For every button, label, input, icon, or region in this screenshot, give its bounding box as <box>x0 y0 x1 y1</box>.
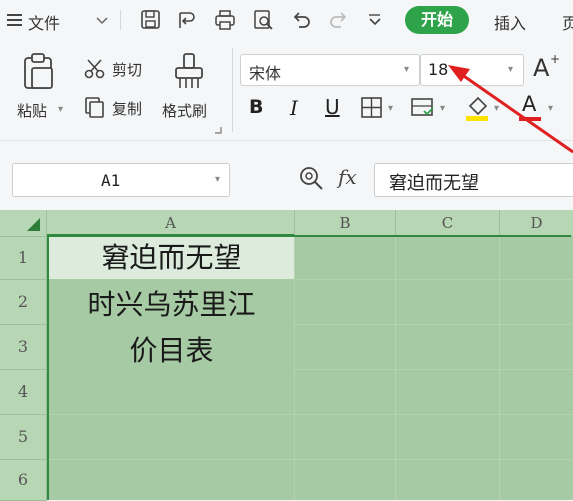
row-header-3[interactable]: 3 <box>0 325 47 370</box>
chevron-down-icon[interactable] <box>95 13 109 27</box>
dialog-launcher-icon[interactable] <box>214 126 222 134</box>
cell-a3-text: 价目表 <box>129 334 214 367</box>
name-box[interactable]: A1 ▾ <box>12 163 230 197</box>
export-icon[interactable] <box>176 9 198 31</box>
active-cell-a1[interactable]: 窘迫而无望 <box>49 237 294 279</box>
paste-icon[interactable] <box>20 52 56 90</box>
save-icon[interactable] <box>140 9 162 31</box>
paste-button-label[interactable]: 粘贴 <box>17 100 47 121</box>
formula-input-value: 窘迫而无望 <box>389 173 479 194</box>
file-menu[interactable]: 文件 <box>28 10 60 34</box>
column-header-c[interactable]: C <box>396 210 500 237</box>
row-header-4[interactable]: 4 <box>0 370 47 415</box>
customize-toolbar-icon[interactable] <box>366 12 384 28</box>
copy-icon[interactable] <box>84 96 106 118</box>
scissors-icon[interactable] <box>84 58 106 80</box>
cell-style-icon[interactable] <box>410 96 436 120</box>
column-header-d[interactable]: D <box>500 210 573 237</box>
divider <box>120 10 121 30</box>
font-name-value: 宋体 <box>249 64 282 83</box>
underline-button[interactable]: U <box>325 95 340 119</box>
redo-icon[interactable] <box>328 9 350 31</box>
cell-a2-text: 时兴乌苏里江 <box>87 288 256 321</box>
tab-insert[interactable]: 插入 <box>494 10 526 34</box>
name-box-value: A1 <box>101 171 121 190</box>
column-header-a[interactable]: A <box>47 210 295 237</box>
borders-icon[interactable] <box>360 96 384 120</box>
column-header-b[interactable]: B <box>295 210 396 237</box>
annotation-arrow <box>448 65 573 154</box>
chevron-down-icon[interactable]: ▾ <box>404 64 409 75</box>
borders-dropdown-icon[interactable]: ▾ <box>388 103 393 114</box>
row-header-5[interactable]: 5 <box>0 415 47 460</box>
format-painter-button[interactable]: 格式刷 <box>162 100 207 121</box>
divider <box>232 48 233 132</box>
row-header-6[interactable]: 6 <box>0 460 47 501</box>
print-preview-icon[interactable] <box>252 9 274 31</box>
copy-button[interactable]: 复制 <box>112 98 142 119</box>
insert-function-button[interactable]: fx <box>338 165 357 189</box>
bold-button[interactable]: B <box>249 96 263 118</box>
tab-start[interactable]: 开始 <box>405 6 469 34</box>
tab-page-partial[interactable]: 页 <box>562 10 573 34</box>
paste-dropdown-icon[interactable]: ▾ <box>58 104 63 115</box>
formula-input[interactable]: 窘迫而无望 <box>374 163 573 197</box>
font-name-select[interactable]: 宋体 ▾ <box>240 54 420 86</box>
menu-bar: 文件 开始 插入 页 <box>0 0 573 40</box>
zoom-find-icon[interactable] <box>298 165 324 191</box>
row-header-1[interactable]: 1 <box>0 237 47 280</box>
format-painter-icon[interactable] <box>172 52 206 90</box>
print-icon[interactable] <box>214 9 236 31</box>
row-header-2[interactable]: 2 <box>0 280 47 325</box>
select-all-corner[interactable] <box>0 210 47 237</box>
italic-button[interactable]: I <box>290 96 298 120</box>
hamburger-icon[interactable] <box>6 12 24 28</box>
cut-button[interactable]: 剪切 <box>112 59 142 80</box>
undo-icon[interactable] <box>290 9 312 31</box>
chevron-down-icon[interactable]: ▾ <box>215 174 220 185</box>
cell-a1-text: 窘迫而无望 <box>101 241 242 274</box>
